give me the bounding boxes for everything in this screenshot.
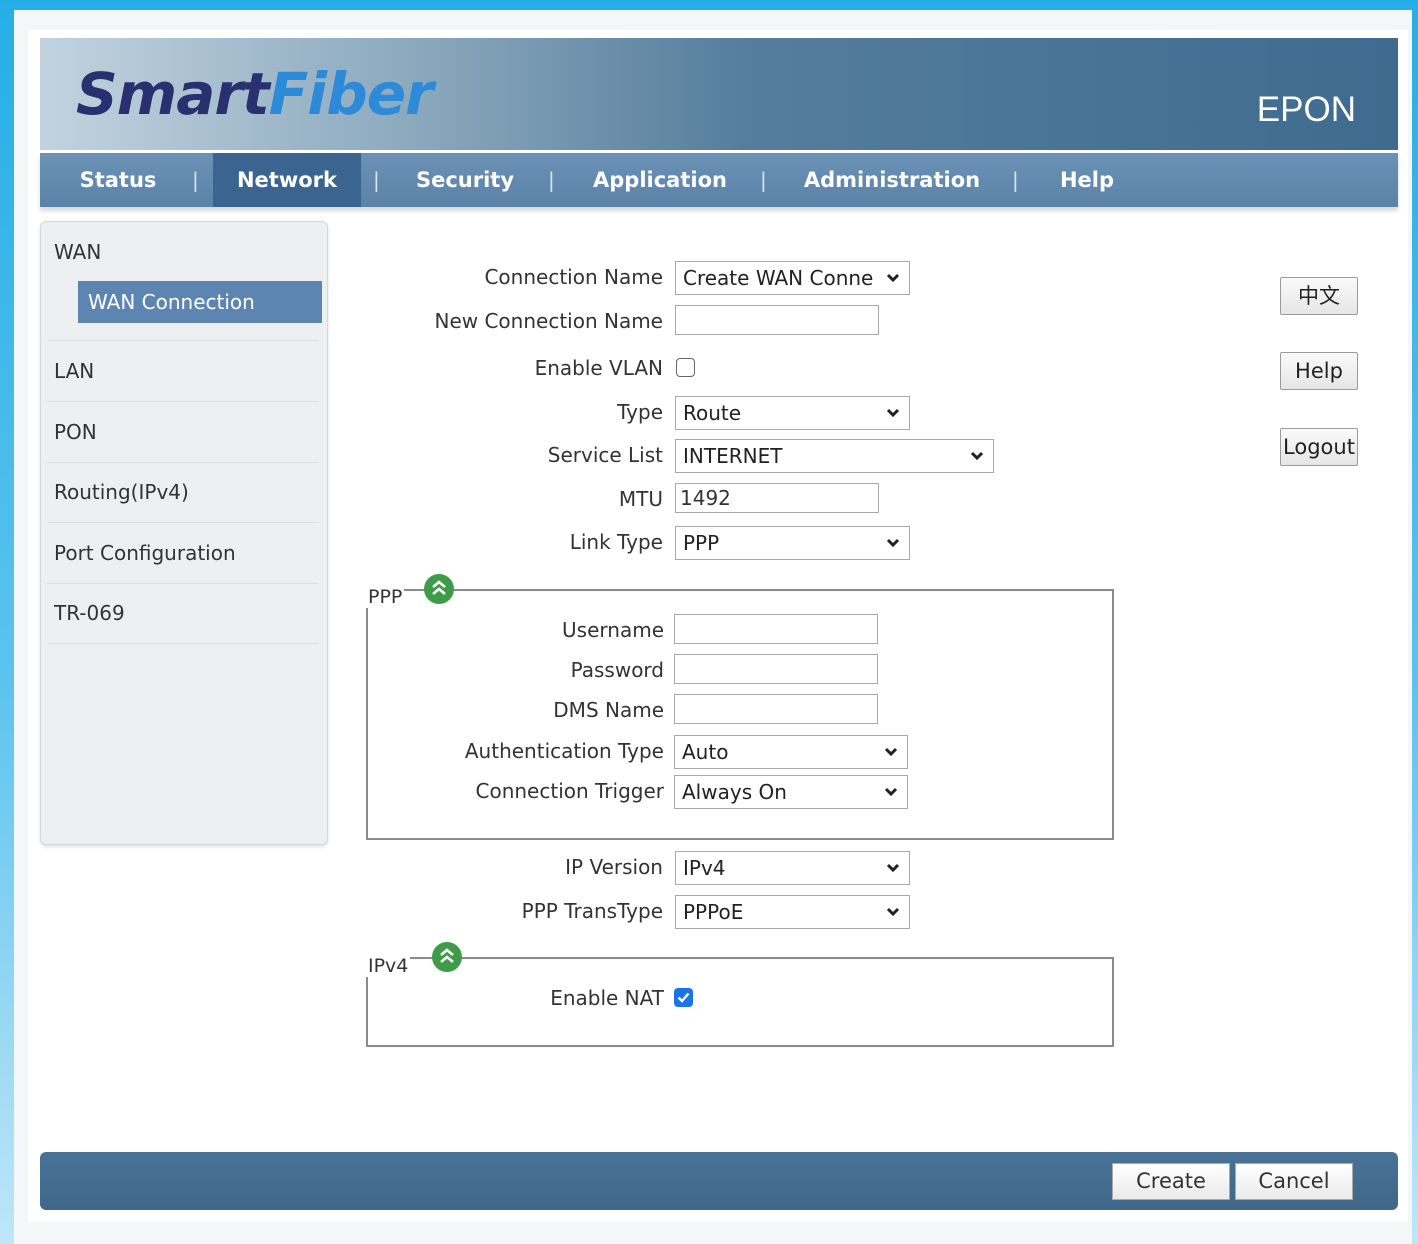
sidebar: WAN WAN Connection LAN PON Routing(IPv4)…: [40, 221, 328, 845]
service-list-select[interactable]: INTERNET: [675, 439, 994, 473]
sidebar-item-port-configuration[interactable]: Port Configuration: [54, 541, 236, 565]
ipv4-fieldset: [366, 957, 1114, 1047]
sidebar-item-pon[interactable]: PON: [54, 420, 97, 444]
type-value: Route: [683, 401, 742, 425]
sidebar-divider: [47, 522, 319, 523]
ip-version-value: IPv4: [683, 856, 726, 880]
nav-administration[interactable]: Administration: [788, 153, 996, 207]
connection-name-select[interactable]: Create WAN Conne: [675, 261, 910, 295]
dms-name-input[interactable]: [674, 694, 878, 724]
nav-separator: |: [548, 168, 555, 192]
ipv4-collapse-button[interactable]: [432, 942, 462, 972]
mtu-label: MTU: [618, 487, 663, 511]
sidebar-divider: [47, 583, 319, 584]
header-banner: SmartFiber EPON: [40, 38, 1398, 150]
footer-bar: Create Cancel: [40, 1152, 1398, 1210]
nav-separator: |: [373, 168, 380, 192]
link-type-value: PPP: [683, 531, 720, 555]
cancel-button[interactable]: Cancel: [1235, 1163, 1353, 1200]
logo-smart: Smart: [76, 60, 270, 128]
enable-vlan-label: Enable VLAN: [534, 356, 663, 380]
dms-name-label: DMS Name: [553, 698, 664, 722]
ppp-transtype-label: PPP TransType: [521, 899, 663, 923]
sidebar-divider: [47, 340, 319, 341]
ppp-transtype-value: PPPoE: [683, 900, 744, 924]
chevron-down-icon: [970, 451, 984, 461]
connection-name-value: Create WAN Conne: [683, 266, 874, 290]
ppp-collapse-button[interactable]: [424, 574, 454, 604]
ppp-legend: PPP: [366, 586, 405, 608]
enable-nat-label: Enable NAT: [550, 986, 664, 1010]
service-list-value: INTERNET: [683, 444, 783, 468]
chevron-double-up-icon: [432, 580, 446, 595]
authentication-type-value: Auto: [682, 740, 729, 764]
create-button[interactable]: Create: [1112, 1163, 1230, 1200]
nav-separator: |: [760, 168, 767, 192]
chevron-double-up-icon: [440, 948, 454, 963]
username-label: Username: [562, 618, 664, 642]
link-type-select[interactable]: PPP: [675, 526, 910, 560]
sidebar-item-wan-connection[interactable]: WAN Connection: [78, 281, 322, 323]
sidebar-item-wan[interactable]: WAN: [54, 240, 101, 264]
nav-network[interactable]: Network: [213, 153, 361, 207]
connection-trigger-label: Connection Trigger: [475, 779, 665, 803]
ipv4-legend: IPv4: [366, 955, 411, 977]
ip-version-label: IP Version: [565, 855, 663, 879]
password-label: Password: [570, 658, 664, 682]
nav-separator: |: [192, 168, 199, 192]
chevron-down-icon: [886, 408, 900, 418]
chevron-down-icon: [886, 273, 900, 283]
sidebar-divider: [47, 462, 319, 463]
mtu-input[interactable]: 1492: [675, 483, 879, 513]
authentication-type-select[interactable]: Auto: [674, 735, 908, 769]
checkmark-icon: [677, 992, 690, 1003]
username-input[interactable]: [674, 614, 878, 644]
product-label: EPON: [1256, 90, 1356, 129]
ppp-transtype-select[interactable]: PPPoE: [675, 895, 910, 929]
help-button[interactable]: Help: [1280, 352, 1358, 390]
type-label: Type: [617, 400, 663, 424]
top-nav: Status | Network | Security | Applicatio…: [40, 153, 1398, 207]
enable-vlan-checkbox[interactable]: [676, 358, 695, 377]
password-input[interactable]: [674, 654, 878, 684]
sidebar-item-tr069[interactable]: TR-069: [54, 601, 125, 625]
sidebar-item-lan[interactable]: LAN: [54, 359, 94, 383]
connection-trigger-select[interactable]: Always On: [674, 775, 908, 809]
chevron-down-icon: [886, 538, 900, 548]
nav-application[interactable]: Application: [576, 153, 744, 207]
authentication-type-label: Authentication Type: [464, 739, 664, 763]
sidebar-divider: [47, 643, 319, 644]
enable-nat-checkbox[interactable]: [674, 988, 693, 1007]
connection-trigger-value: Always On: [682, 780, 787, 804]
language-button[interactable]: 中文: [1280, 277, 1358, 315]
sidebar-divider: [47, 401, 319, 402]
nav-security[interactable]: Security: [400, 153, 530, 207]
chevron-down-icon: [886, 863, 900, 873]
chevron-down-icon: [884, 787, 898, 797]
nav-help[interactable]: Help: [1044, 153, 1130, 207]
logout-button[interactable]: Logout: [1280, 428, 1358, 466]
new-connection-name-label: New Connection Name: [434, 309, 663, 333]
nav-separator: |: [1012, 168, 1019, 192]
type-select[interactable]: Route: [675, 396, 910, 430]
connection-name-label: Connection Name: [484, 265, 663, 289]
link-type-label: Link Type: [569, 530, 663, 554]
chevron-down-icon: [886, 907, 900, 917]
sidebar-item-routing[interactable]: Routing(IPv4): [54, 480, 189, 504]
chevron-down-icon: [884, 747, 898, 757]
smartfiber-logo: SmartFiber: [76, 60, 434, 128]
service-list-label: Service List: [547, 443, 663, 467]
nav-status[interactable]: Status: [58, 153, 178, 207]
new-connection-name-input[interactable]: [675, 305, 879, 335]
ip-version-select[interactable]: IPv4: [675, 851, 910, 885]
logo-fiber: Fiber: [268, 60, 434, 128]
